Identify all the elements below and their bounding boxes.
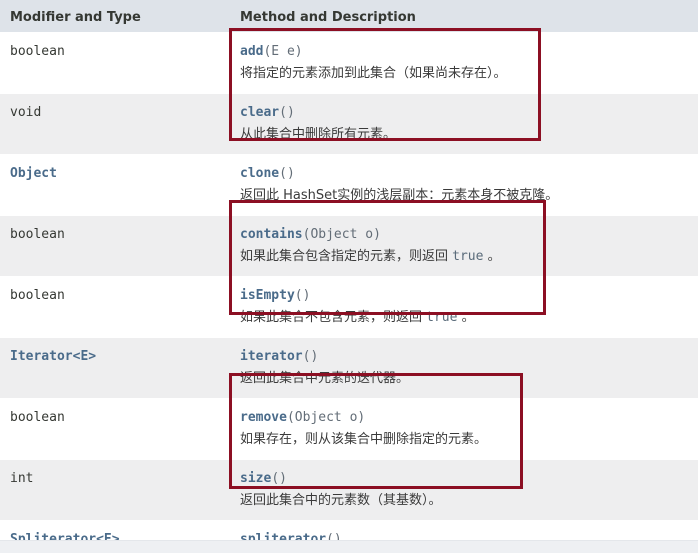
cell-modifier-and-type: int: [0, 459, 232, 521]
type-link-clone[interactable]: Object: [10, 166, 57, 181]
method-signature-line: remove(Object o): [240, 406, 690, 429]
table-row: void clear() 从此集合中删除所有元素。: [0, 93, 698, 155]
desc-class-hashset: HashSet: [283, 188, 338, 203]
method-signature-params: (): [271, 471, 287, 486]
desc-prefix: 返回此: [240, 188, 284, 203]
method-link-iterator[interactable]: iterator: [240, 349, 303, 364]
type-text: boolean: [10, 288, 65, 303]
table-row: boolean contains(Object o) 如果此集合包含指定的元素，则返…: [0, 215, 698, 277]
method-signature-line: iterator(): [240, 345, 690, 368]
cell-modifier-and-type: Iterator<E>: [0, 337, 232, 399]
method-link-clone[interactable]: clone: [240, 166, 279, 181]
method-link-contains[interactable]: contains: [240, 227, 303, 242]
table-row: Iterator<E> iterator() 返回此集合中元素的迭代器。: [0, 337, 698, 399]
method-signature-line: size(): [240, 467, 690, 490]
table-row: Object clone() 返回此 HashSet实例的浅层副本：元素本身不被克隆…: [0, 154, 698, 216]
desc-code-true: true: [452, 249, 484, 264]
column-header-modifier-and-type: Modifier and Type: [0, 5, 232, 33]
desc-code-true: true: [426, 310, 458, 325]
cell-modifier-and-type: boolean: [0, 276, 232, 338]
cell-method-and-description: isEmpty() 如果此集合不包含元素，则返回 true 。: [232, 276, 698, 338]
method-signature-params: (): [302, 349, 319, 364]
method-signature-params: (): [294, 288, 311, 303]
method-link-size[interactable]: size: [240, 471, 271, 486]
cell-method-and-description: remove(Object o) 如果存在，则从该集合中删除指定的元素。: [232, 398, 698, 460]
type-text: void: [10, 105, 42, 120]
method-signature-line: isEmpty(): [240, 284, 690, 307]
type-link-iterator[interactable]: Iterator<E>: [10, 349, 96, 364]
method-description: 如果此集合包含指定的元素，则返回 true 。: [240, 246, 690, 268]
method-description: 将指定的元素添加到此集合（如果尚未存在）。: [240, 66, 507, 81]
desc-suffix: 。: [483, 249, 501, 264]
method-signature-params: (): [279, 105, 295, 120]
method-signature-line: contains(Object o): [240, 223, 690, 246]
desc-prefix: 如果此集合不包含元素，则返回: [240, 310, 427, 325]
method-description: 从此集合中删除所有元素。: [240, 127, 397, 142]
cell-modifier-and-type: boolean: [0, 215, 232, 277]
method-description: 返回此集合中元素的迭代器。: [240, 371, 410, 386]
bottom-divider: [0, 540, 698, 553]
method-link-isEmpty[interactable]: isEmpty: [240, 288, 295, 303]
method-summary-table: Modifier and Type Method and Description…: [0, 5, 698, 553]
method-description: 返回此集合中的元素数（其基数）。: [240, 493, 442, 508]
type-text: boolean: [10, 44, 65, 59]
method-description: 如果存在，则从该集合中删除指定的元素。: [240, 432, 488, 447]
desc-prefix: 如果此集合包含指定的元素，则返回: [240, 249, 453, 264]
table-row: int size() 返回此集合中的元素数（其基数）。: [0, 459, 698, 521]
method-signature-params: (Object o): [302, 227, 381, 242]
desc-suffix: 实例的浅层副本：元素本身不被克隆。: [337, 188, 559, 203]
cell-modifier-and-type: void: [0, 93, 232, 155]
table-body: boolean add(E e) 将指定的元素添加到此集合（如果尚未存在）。 void…: [0, 32, 698, 553]
method-signature-line: clear(): [240, 101, 690, 124]
method-link-clear[interactable]: clear: [240, 105, 279, 120]
cell-method-and-description: add(E e) 将指定的元素添加到此集合（如果尚未存在）。: [232, 32, 698, 94]
table-row: boolean remove(Object o) 如果存在，则从该集合中删除指定的元…: [0, 398, 698, 460]
method-link-remove[interactable]: remove: [240, 410, 287, 425]
cell-method-and-description: clone() 返回此 HashSet实例的浅层副本：元素本身不被克隆。: [232, 154, 698, 216]
method-link-add[interactable]: add: [240, 44, 263, 59]
method-summary-page: Modifier and Type Method and Description…: [0, 0, 698, 553]
type-text: boolean: [10, 410, 65, 425]
cell-method-and-description: iterator() 返回此集合中元素的迭代器。: [232, 337, 698, 399]
method-signature-line: clone(): [240, 162, 690, 185]
cell-modifier-and-type: boolean: [0, 398, 232, 460]
cell-modifier-and-type: Object: [0, 154, 232, 216]
method-description: 如果此集合不包含元素，则返回 true 。: [240, 307, 690, 329]
table-row: boolean isEmpty() 如果此集合不包含元素，则返回 true 。: [0, 276, 698, 338]
header-row: Modifier and Type Method and Description: [0, 5, 698, 33]
method-signature-params: (): [279, 166, 295, 181]
method-summary-table-wrapper: Modifier and Type Method and Description…: [0, 5, 698, 553]
method-signature-line: add(E e): [240, 40, 690, 63]
method-signature-params: (E e): [263, 44, 303, 59]
desc-suffix: 。: [457, 310, 475, 325]
cell-modifier-and-type: boolean: [0, 32, 232, 94]
method-description: 返回此 HashSet实例的浅层副本：元素本身不被克隆。: [240, 185, 690, 207]
table-row: boolean add(E e) 将指定的元素添加到此集合（如果尚未存在）。: [0, 32, 698, 94]
table-header: Modifier and Type Method and Description: [0, 5, 698, 33]
column-header-method-and-description: Method and Description: [232, 5, 698, 33]
cell-method-and-description: size() 返回此集合中的元素数（其基数）。: [232, 459, 698, 521]
type-text: int: [10, 471, 34, 486]
cell-method-and-description: contains(Object o) 如果此集合包含指定的元素，则返回 true …: [232, 215, 698, 277]
method-signature-params: (Object o): [286, 410, 366, 425]
type-text: boolean: [10, 227, 65, 242]
cell-method-and-description: clear() 从此集合中删除所有元素。: [232, 93, 698, 155]
